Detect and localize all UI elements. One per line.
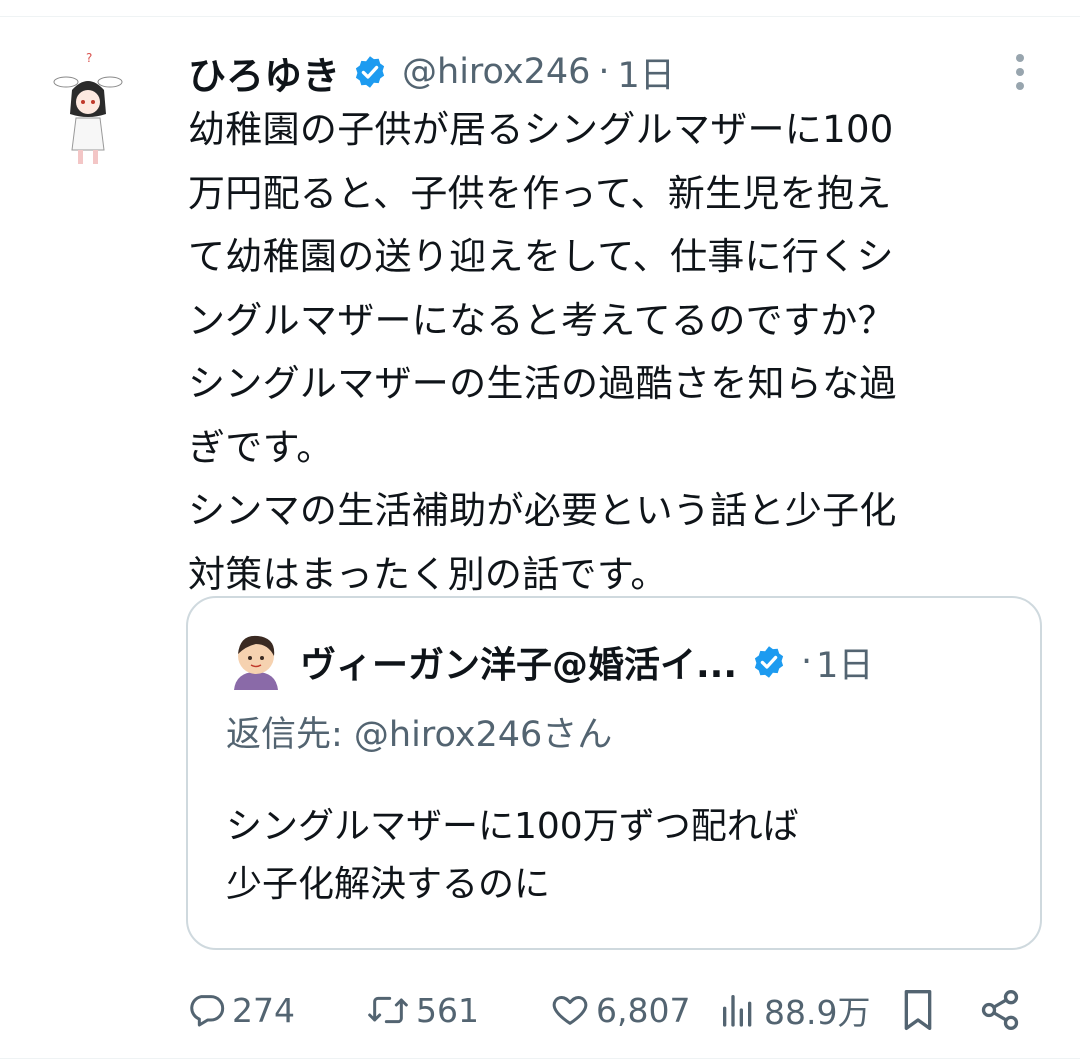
retweet-icon [366, 990, 410, 1030]
bottom-divider [0, 1058, 1080, 1059]
like-button[interactable]: 6,807 [550, 980, 690, 1040]
views-icon [718, 990, 758, 1030]
quoted-author-avatar[interactable] [228, 630, 284, 690]
bookmark-icon[interactable] [898, 980, 938, 1040]
quoted-tweet[interactable]: ヴィーガン洋子@婚活イ... · 1日 返信先: @hirox246さん シング… [186, 596, 1042, 950]
quoted-timestamp[interactable]: 1日 [816, 637, 873, 688]
quoted-header: ヴィーガン洋子@婚活イ... · 1日 [300, 632, 873, 692]
verified-badge-icon[interactable] [352, 54, 388, 90]
tweet-text: 幼稚園の子供が居るシングルマザーに100 万円配ると、子供を作って、新生児を抱え… [188, 108, 897, 596]
action-bar: 274 561 6,807 88.9万 [186, 980, 1036, 1040]
more-options-icon[interactable] [1004, 52, 1036, 92]
author-handle[interactable]: @hirox246 [402, 52, 590, 92]
reply-count: 274 [232, 990, 295, 1030]
views-button[interactable]: 88.9万 [718, 980, 870, 1040]
svg-text:?: ? [86, 51, 92, 65]
verified-badge-icon[interactable] [751, 644, 787, 680]
like-icon [550, 990, 590, 1030]
quoted-author-name[interactable]: ヴィーガン洋子@婚活イ... [300, 636, 737, 688]
retweet-count: 561 [416, 990, 479, 1030]
author-avatar[interactable]: ? [52, 50, 124, 170]
author-name[interactable]: ひろゆき [188, 45, 340, 100]
separator-dot: · [598, 52, 610, 92]
timestamp[interactable]: 1日 [618, 47, 675, 98]
retweet-button[interactable]: 561 [366, 980, 479, 1040]
quoted-text: シングルマザーに100万ずつ配れば 少子化解決するのに [226, 806, 799, 905]
reply-icon [186, 990, 226, 1030]
reply-button[interactable]: 274 [186, 980, 295, 1040]
reply-to-label: 返信先: @hirox246さん [226, 715, 613, 755]
separator-dot: · [801, 642, 813, 682]
like-count: 6,807 [596, 990, 691, 1030]
top-divider [0, 16, 1080, 17]
tweet-header: ひろゆき @hirox246 · 1日 [188, 44, 675, 100]
view-count: 88.9万 [764, 993, 871, 1032]
share-icon[interactable] [978, 980, 1022, 1040]
